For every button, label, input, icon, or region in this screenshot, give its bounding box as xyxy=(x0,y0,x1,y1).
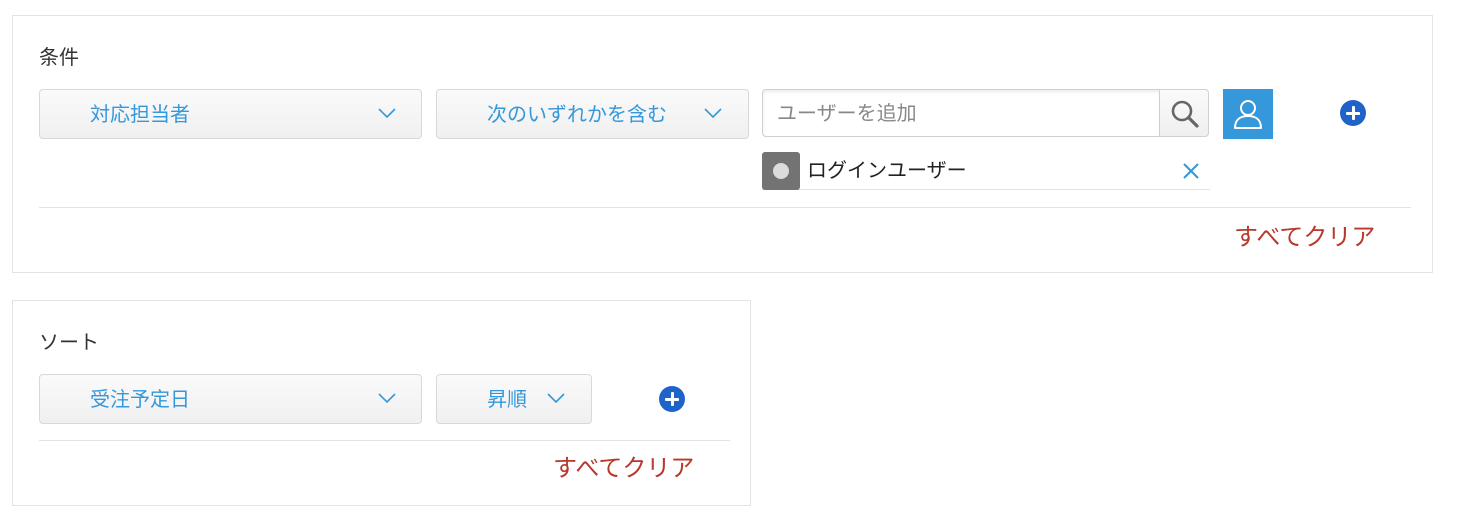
filter-clear-all-link[interactable]: すべてクリア xyxy=(1234,222,1375,252)
sort-clear-all-link[interactable]: すべてクリア xyxy=(553,453,694,483)
add-user-input[interactable] xyxy=(762,89,1160,137)
filter-operator-select[interactable]: 次のいずれかを含む xyxy=(436,89,749,139)
chevron-down-icon xyxy=(378,393,396,404)
chevron-down-icon xyxy=(378,108,396,119)
sort-order-select[interactable]: 昇順 xyxy=(436,374,592,424)
user-avatar-icon xyxy=(762,152,800,190)
selected-user-label: ログインユーザー xyxy=(807,158,967,182)
filter-field-value: 対応担当者 xyxy=(90,102,190,126)
search-icon xyxy=(1171,100,1199,128)
sort-divider xyxy=(39,440,730,441)
filter-divider xyxy=(39,207,1411,208)
filter-operator-value: 次のいずれかを含む xyxy=(487,102,667,126)
search-button[interactable] xyxy=(1159,89,1209,137)
filter-panel xyxy=(12,15,1433,273)
close-icon[interactable] xyxy=(1180,160,1202,182)
sort-title: ソート xyxy=(39,330,99,354)
user-picker-button[interactable] xyxy=(1223,89,1273,139)
filter-title: 条件 xyxy=(39,45,79,69)
user-icon xyxy=(1234,100,1262,129)
sort-field-select[interactable]: 受注予定日 xyxy=(39,374,422,424)
chevron-down-icon xyxy=(547,393,565,404)
add-condition-button[interactable] xyxy=(1340,100,1366,126)
sort-field-value: 受注予定日 xyxy=(90,387,190,411)
sort-order-value: 昇順 xyxy=(487,387,527,411)
add-sort-button[interactable] xyxy=(659,386,685,412)
chevron-down-icon xyxy=(704,108,722,119)
filter-field-select[interactable]: 対応担当者 xyxy=(39,89,422,139)
selected-user-chip: ログインユーザー xyxy=(762,150,1210,190)
